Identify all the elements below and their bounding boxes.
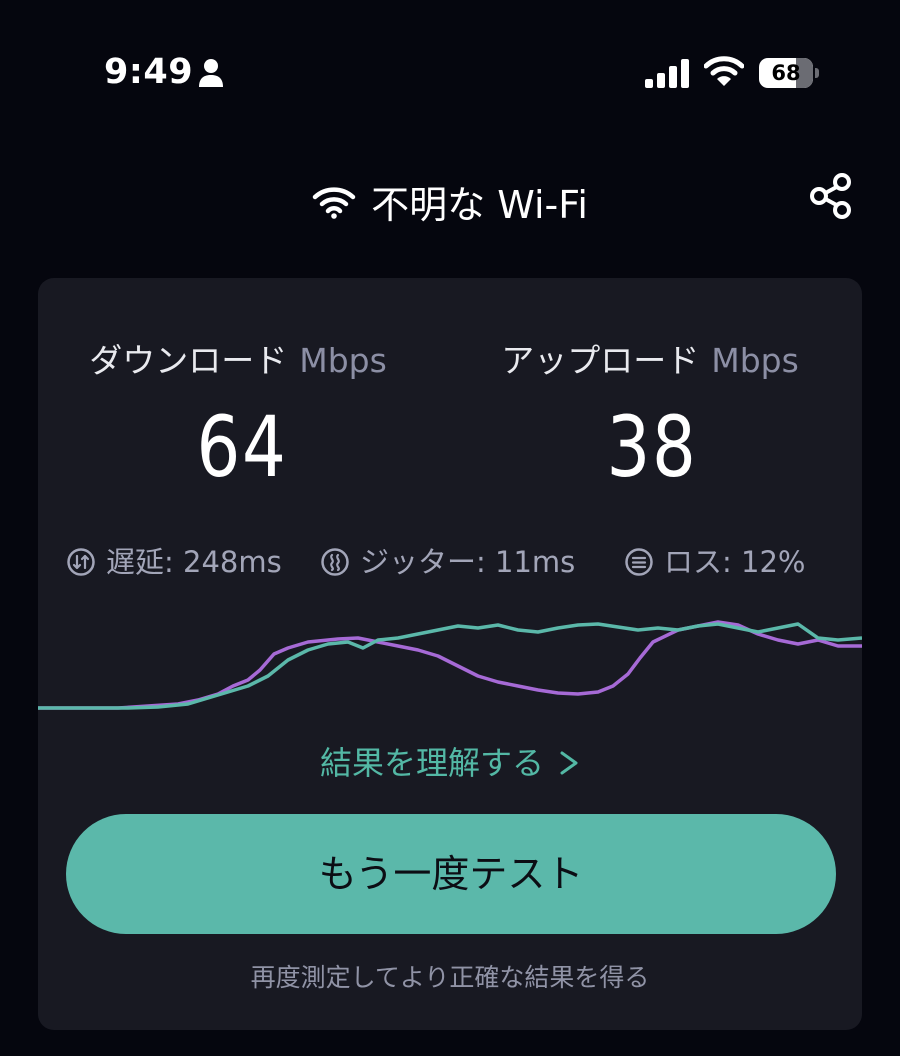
latency-stat: 遅延: 248ms [66, 542, 336, 582]
latency-icon [67, 548, 95, 576]
chevron-right-icon [560, 751, 578, 775]
understand-results-label: 結果を理解する [319, 744, 544, 782]
upload-value: 38 [606, 398, 698, 496]
battery-icon: 68 [759, 58, 819, 88]
download-unit: Mbps [299, 341, 387, 380]
retest-button[interactable]: もう一度テスト [66, 814, 836, 934]
download-metric-header: ダウンロード Mbps [38, 334, 438, 382]
network-name: 不明な Wi-Fi [371, 183, 588, 227]
results-card: ダウンロード Mbps 64 アップロード Mbps 38 遅延: 248ms [38, 278, 862, 1030]
jitter-text: ジッター: 11ms [360, 545, 576, 579]
download-label: ダウンロード [89, 341, 288, 380]
understand-results-link[interactable]: 結果を理解する [38, 738, 862, 784]
network-title-group: 不明な Wi-Fi [0, 174, 900, 229]
upload-metric-header: アップロード Mbps [450, 334, 850, 382]
upload-label: アップロード [501, 341, 700, 380]
download-speed-line [38, 622, 862, 710]
upload-speed-line [38, 620, 862, 710]
speed-test-screen: 9:49 68 不明な Wi-Fi ダウンロード Mbps 64 アップロード … [0, 0, 900, 1056]
wifi-icon [704, 56, 744, 86]
upload-unit: Mbps [711, 341, 799, 380]
stats-row: 遅延: 248ms ジッター: 11ms ロス: 12% [38, 542, 862, 582]
header: 不明な Wi-Fi [0, 160, 900, 232]
battery-body: 68 [759, 58, 813, 88]
battery-cap [815, 68, 819, 78]
packet-loss-icon [625, 548, 653, 576]
jitter-icon [321, 548, 349, 576]
latency-text: 遅延: 248ms [106, 545, 282, 579]
share-icon[interactable] [806, 170, 858, 222]
person-icon [199, 59, 223, 87]
status-time: 9:49 [104, 52, 194, 92]
jitter-stat: ジッター: 11ms [320, 542, 600, 582]
download-value: 64 [196, 398, 288, 496]
retest-hint: 再度測定してより正確な結果を得る [250, 963, 650, 992]
wifi-icon [312, 186, 356, 219]
loss-text: ロス: 12% [664, 545, 806, 579]
battery-level: 68 [771, 61, 801, 85]
speed-graph [38, 620, 862, 710]
cellular-signal-icon [645, 59, 689, 88]
status-bar: 9:49 68 [0, 0, 900, 150]
loss-stat: ロス: 12% [624, 542, 854, 582]
